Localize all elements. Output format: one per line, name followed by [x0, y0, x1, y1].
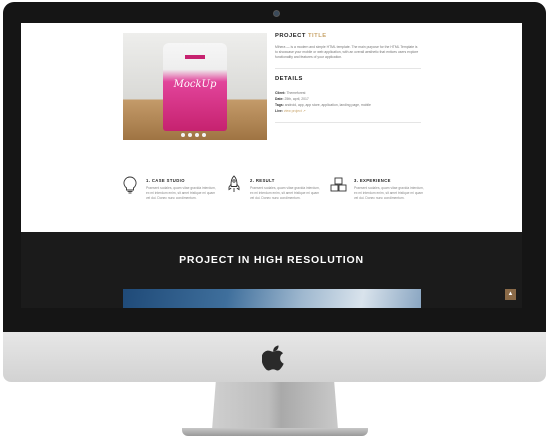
external-link-icon: ↗ — [302, 109, 306, 113]
apple-logo-icon — [262, 345, 284, 371]
section-title: PROJECT IN HIGH RESOLUTION — [179, 254, 364, 266]
camera-dot — [273, 10, 280, 17]
slider-dots — [181, 133, 206, 137]
divider — [275, 68, 421, 69]
feature-title: 2. RESULT — [250, 178, 275, 183]
view-project-link[interactable]: view project — [284, 109, 302, 113]
slider-dot[interactable] — [188, 133, 192, 137]
lightbulb-icon — [123, 176, 137, 194]
monitor-stand-foot — [182, 428, 368, 436]
project-title: PROJECT TITLE — [275, 33, 421, 39]
high-resolution-preview-image[interactable] — [123, 289, 421, 308]
feature-title: 1. CASE STUDIO — [146, 178, 185, 183]
features-row: 1. CASE STUDIO Praesent sodales, quam vi… — [121, 175, 431, 215]
pouch-logo — [185, 55, 205, 59]
details-heading: DETAILS — [275, 76, 303, 82]
cubes-icon — [330, 177, 347, 192]
project-title-accent: TITLE — [308, 33, 327, 39]
project-description: Mihera — is a modern and simple HTML tem… — [275, 45, 419, 59]
scroll-to-top-button[interactable]: ▲ — [505, 289, 516, 300]
monitor-stand — [212, 382, 338, 430]
screen: MockUp PROJECT TITLE Mihera — is a moder… — [21, 23, 522, 308]
feature-text: Praesent sodales, quam vitae gravida int… — [250, 186, 320, 200]
slider-dot[interactable] — [202, 133, 206, 137]
details-list: Client: Themeforest Date: 25th, april, 2… — [275, 90, 421, 114]
project-section: MockUp PROJECT TITLE Mihera — is a moder… — [21, 23, 522, 232]
detail-live: Live: view project ↗ — [275, 109, 306, 113]
high-resolution-section: PROJECT IN HIGH RESOLUTION ▲ — [21, 232, 522, 308]
divider — [275, 122, 421, 123]
project-image-slider[interactable]: MockUp — [123, 33, 267, 140]
feature-text: Praesent sodales, quam vitae gravida int… — [146, 186, 216, 200]
arrow-up-icon: ▲ — [507, 291, 514, 297]
project-title-prefix: PROJECT — [275, 33, 306, 39]
pouch-label: MockUp — [173, 79, 217, 90]
rocket-icon — [228, 175, 240, 192]
feature-title: 3. EXPERIENCE — [354, 178, 391, 183]
feature-text: Praesent sodales, quam vitae gravida int… — [354, 186, 424, 200]
project-info: PROJECT TITLE Mihera — is a modern and s… — [275, 33, 421, 130]
slider-dot[interactable] — [195, 133, 199, 137]
slider-dot[interactable] — [181, 133, 185, 137]
